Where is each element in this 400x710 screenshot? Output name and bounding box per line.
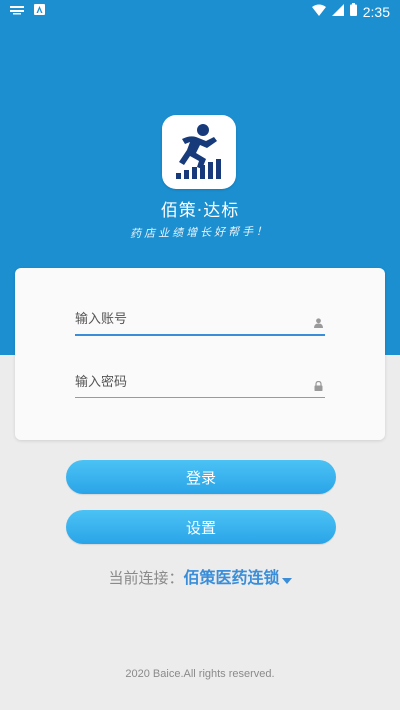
battery-icon (349, 3, 357, 20)
password-field[interactable] (75, 369, 325, 398)
dropdown-arrow-icon[interactable] (281, 570, 292, 588)
app-logo (162, 115, 236, 189)
runner-bar-chart-logo-icon (176, 124, 221, 179)
connection-label: 当前连接： (108, 569, 184, 587)
clock: 2:35 (362, 3, 390, 20)
signal-icon (331, 3, 344, 20)
account-input[interactable] (75, 308, 300, 330)
copyright-footer: 2020 Baice.All rights reserved. (125, 668, 275, 680)
lock-icon (314, 376, 323, 395)
notification-icon (10, 4, 24, 19)
app-notification-icon (34, 4, 45, 19)
wifi-icon (311, 4, 326, 20)
login-button[interactable]: 登录 (66, 460, 336, 494)
settings-button[interactable]: 设置 (66, 510, 336, 544)
user-icon (314, 313, 323, 332)
status-bar: 2:35 (0, 0, 400, 22)
login-card (15, 268, 385, 440)
connection-value[interactable]: 佰策医药连锁 (184, 568, 280, 587)
password-input[interactable] (75, 371, 300, 393)
app-name: 佰策·达标 (160, 201, 240, 221)
account-field[interactable] (75, 306, 325, 336)
connection-selector[interactable]: 当前连接：佰策医药连锁 (0, 564, 400, 588)
